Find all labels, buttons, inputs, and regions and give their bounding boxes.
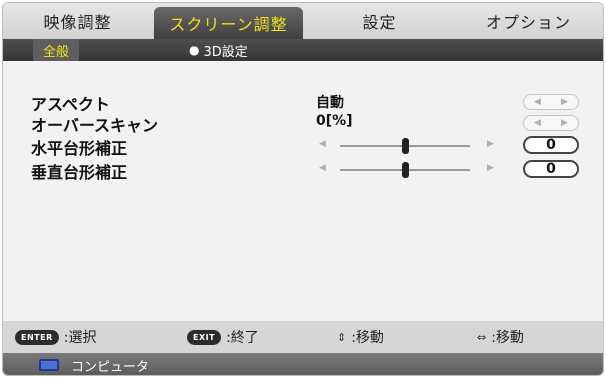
main-tab-bar: 映像調整 スクリーン調整 設定 オプション: [3, 3, 603, 39]
hint-vertical-move: ⇕ :移動: [337, 327, 477, 347]
projector-osd-menu: 映像調整 スクリーン調整 設定 オプション 全般 ● 3D設定 アスペクト 自動…: [2, 2, 604, 376]
enter-key-icon: ENTER: [15, 329, 59, 345]
settings-panel: アスペクト 自動 ◀ ▶ オーバースキャン 0[%] ◀ ▶ 水平台形補正 ◀ …: [3, 61, 603, 321]
sub-tab-bar: 全般 ● 3D設定: [3, 39, 603, 61]
input-source-label: コンピュータ: [71, 359, 150, 375]
hint-enter-label: :選択: [63, 330, 97, 346]
up-down-arrow-icon: ⇕: [337, 330, 347, 344]
bullet-icon: ●: [189, 43, 200, 57]
right-arrow-icon[interactable]: ▶: [487, 139, 494, 149]
tab-setup[interactable]: 設定: [305, 3, 454, 39]
v-keystone-label: 垂直台形補正: [31, 163, 128, 182]
hint-horizontal-move: ⇔ :移動: [477, 327, 524, 347]
overscan-value: 0[%]: [316, 113, 353, 129]
aspect-selector[interactable]: ◀ ▶: [523, 94, 579, 110]
exit-key-icon: EXIT: [187, 329, 222, 345]
h-keystone-value: 0: [523, 136, 579, 154]
left-arrow-icon[interactable]: ◀: [319, 139, 326, 149]
left-arrow-icon[interactable]: ◀: [534, 118, 541, 128]
left-arrow-icon[interactable]: ◀: [534, 97, 541, 107]
hint-exit: EXIT :終了: [187, 327, 327, 347]
input-source-bar: コンピュータ: [3, 353, 603, 375]
h-keystone-label: 水平台形補正: [31, 139, 128, 158]
setting-row-v-keystone[interactable]: 垂直台形補正 ◀ ▶ 0: [3, 159, 603, 182]
hint-exit-label: :終了: [226, 330, 259, 346]
right-arrow-icon[interactable]: ▶: [561, 97, 568, 107]
setting-row-h-keystone[interactable]: 水平台形補正 ◀ ▶ 0: [3, 135, 603, 158]
v-keystone-value: 0: [523, 160, 579, 178]
h-keystone-thumb[interactable]: [401, 138, 409, 154]
aspect-value: 自動: [316, 95, 344, 111]
v-keystone-slider[interactable]: [340, 162, 470, 178]
hint-enter: ENTER :選択: [15, 327, 155, 347]
setting-row-overscan[interactable]: オーバースキャン 0[%] ◀ ▶: [3, 112, 603, 135]
right-arrow-icon[interactable]: ▶: [561, 118, 568, 128]
tab-screen[interactable]: スクリーン調整: [154, 7, 303, 39]
v-keystone-thumb[interactable]: [401, 162, 409, 178]
left-right-arrow-icon: ⇔: [477, 330, 487, 344]
overscan-selector[interactable]: ◀ ▶: [523, 115, 579, 131]
left-arrow-icon[interactable]: ◀: [319, 163, 326, 173]
monitor-icon: [39, 359, 59, 371]
subtab-3d-settings[interactable]: 3D設定: [204, 39, 258, 61]
hint-horizontal-label: :移動: [491, 330, 524, 346]
setting-row-aspect[interactable]: アスペクト 自動 ◀ ▶: [3, 91, 603, 114]
tab-options[interactable]: オプション: [454, 3, 603, 39]
h-keystone-slider[interactable]: [340, 138, 470, 154]
hint-vertical-label: :移動: [351, 330, 384, 346]
tab-picture[interactable]: 映像調整: [3, 3, 152, 39]
subtab-general[interactable]: 全般: [33, 39, 80, 61]
overscan-label: オーバースキャン: [31, 116, 159, 135]
footer-hints: ENTER :選択 EXIT :終了 ⇕ :移動 ⇔ :移動: [3, 321, 603, 353]
right-arrow-icon[interactable]: ▶: [487, 163, 494, 173]
